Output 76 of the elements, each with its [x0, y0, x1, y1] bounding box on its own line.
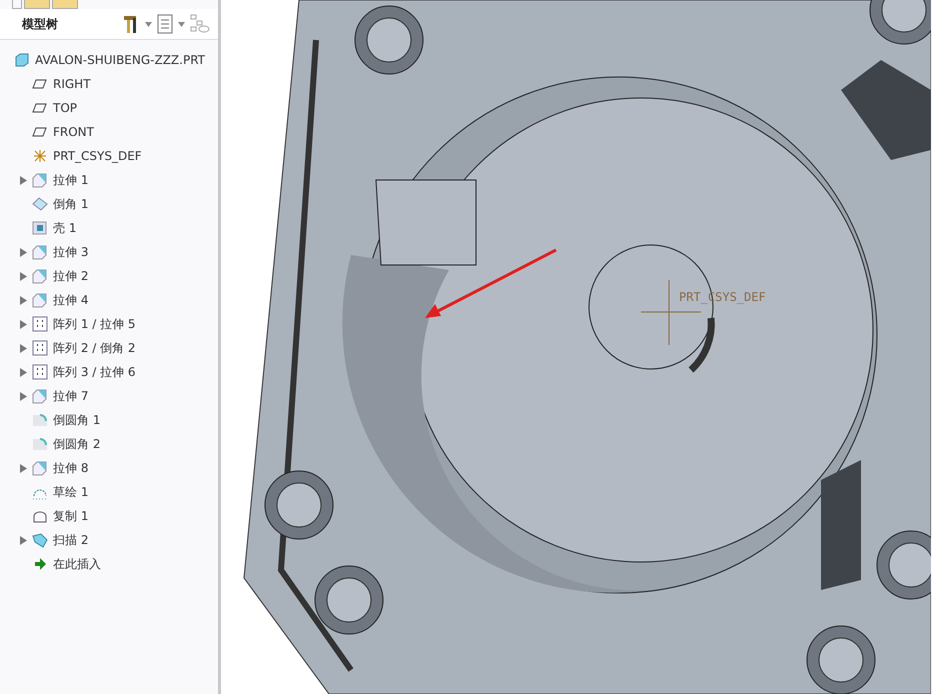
pattern-icon — [32, 364, 48, 380]
csys-icon — [32, 148, 48, 164]
extrude-icon — [32, 292, 48, 308]
pattern-icon — [32, 340, 48, 356]
tree-item-label: AVALON-SHUIBENG-ZZZ.PRT — [35, 53, 205, 67]
expand-arrow-icon[interactable] — [20, 536, 27, 544]
tree-item-label: 阵列 3 / 拉伸 6 — [53, 364, 136, 380]
sweep-icon — [32, 532, 48, 548]
tree-item-label: TOP — [53, 101, 78, 115]
expand-arrow-icon[interactable] — [20, 392, 27, 400]
expand-arrow-icon[interactable] — [20, 176, 27, 184]
tree-item[interactable]: 阵列 1 / 拉伸 5 — [0, 312, 218, 336]
extrude-icon — [32, 460, 48, 476]
tree-item-label: 复制 1 — [53, 508, 88, 524]
pattern-icon — [32, 316, 48, 332]
extrude-icon — [32, 388, 48, 404]
tree-item[interactable]: 复制 1 — [0, 504, 218, 528]
tree-item-label: 倒圆角 2 — [53, 436, 100, 452]
hide-tree-icon[interactable] — [190, 14, 210, 34]
tree-item-label: 阵列 1 / 拉伸 5 — [53, 316, 136, 332]
expand-arrow-icon[interactable] — [20, 296, 27, 304]
tree-item-label: 拉伸 7 — [53, 388, 88, 404]
tree-item[interactable]: 拉伸 8 — [0, 456, 218, 480]
expand-arrow-icon[interactable] — [20, 368, 27, 376]
tree-item[interactable]: PRT_CSYS_DEF — [0, 144, 218, 168]
tree-item-label: 草绘 1 — [53, 484, 88, 500]
tree-item[interactable]: 拉伸 3 — [0, 240, 218, 264]
tree-item-label: 倒角 1 — [53, 196, 88, 212]
extrude-icon — [32, 244, 48, 260]
tree-item[interactable]: 在此插入 — [0, 552, 218, 576]
expand-arrow-icon[interactable] — [20, 320, 27, 328]
tree-item-label: 倒圆角 1 — [53, 412, 100, 428]
extrude-icon — [32, 172, 48, 188]
insert-icon — [32, 556, 48, 572]
panel-title: 模型树 — [22, 16, 58, 32]
tree-item[interactable]: 倒角 1 — [0, 192, 218, 216]
tree-item-label: 拉伸 3 — [53, 244, 88, 260]
caret-icon[interactable] — [145, 22, 152, 26]
tree-item[interactable]: 拉伸 4 — [0, 288, 218, 312]
tree-item-label: 阵列 2 / 倒角 2 — [53, 340, 136, 356]
expand-arrow-icon[interactable] — [20, 248, 27, 256]
tree-item[interactable]: 阵列 2 / 倒角 2 — [0, 336, 218, 360]
tree-item-label: 在此插入 — [53, 556, 101, 572]
tree-item[interactable]: 扫描 2 — [0, 528, 218, 552]
tree-item-label: 壳 1 — [53, 220, 76, 236]
tree-item[interactable]: 拉伸 1 — [0, 168, 218, 192]
expand-arrow-icon[interactable] — [20, 344, 27, 352]
tree-item[interactable]: TOP — [0, 96, 218, 120]
tree-item[interactable]: 阵列 3 / 拉伸 6 — [0, 360, 218, 384]
expand-arrow-icon[interactable] — [20, 272, 27, 280]
tree-item[interactable]: FRONT — [0, 120, 218, 144]
expand-arrow-icon[interactable] — [20, 464, 27, 472]
round-icon — [32, 436, 48, 452]
tree-item-label: PRT_CSYS_DEF — [53, 149, 142, 163]
tree-item[interactable]: 拉伸 2 — [0, 264, 218, 288]
tree-item-label: 拉伸 1 — [53, 172, 88, 188]
extrude-icon — [32, 268, 48, 284]
list-icon[interactable] — [157, 14, 173, 34]
tree-item[interactable]: 草绘 1 — [0, 480, 218, 504]
tree-item[interactable]: RIGHT — [0, 72, 218, 96]
tree-item-label: RIGHT — [53, 77, 91, 91]
tree-item-label: FRONT — [53, 125, 94, 139]
tree-item[interactable]: 倒圆角 2 — [0, 432, 218, 456]
tree-item[interactable]: 拉伸 7 — [0, 384, 218, 408]
part-icon — [14, 52, 30, 68]
tree-item[interactable]: 壳 1 — [0, 216, 218, 240]
chamfer-icon — [32, 196, 48, 212]
tree-item[interactable]: AVALON-SHUIBENG-ZZZ.PRT — [0, 48, 218, 72]
tree-item-label: 拉伸 4 — [53, 292, 88, 308]
tree-item-label: 扫描 2 — [53, 532, 88, 548]
tree-item-label: 拉伸 2 — [53, 268, 88, 284]
shell-icon — [32, 220, 48, 236]
round-icon — [32, 412, 48, 428]
caret-icon[interactable] — [178, 22, 185, 26]
tree-item-label: 拉伸 8 — [53, 460, 88, 476]
tree-item[interactable]: 倒圆角 1 — [0, 408, 218, 432]
